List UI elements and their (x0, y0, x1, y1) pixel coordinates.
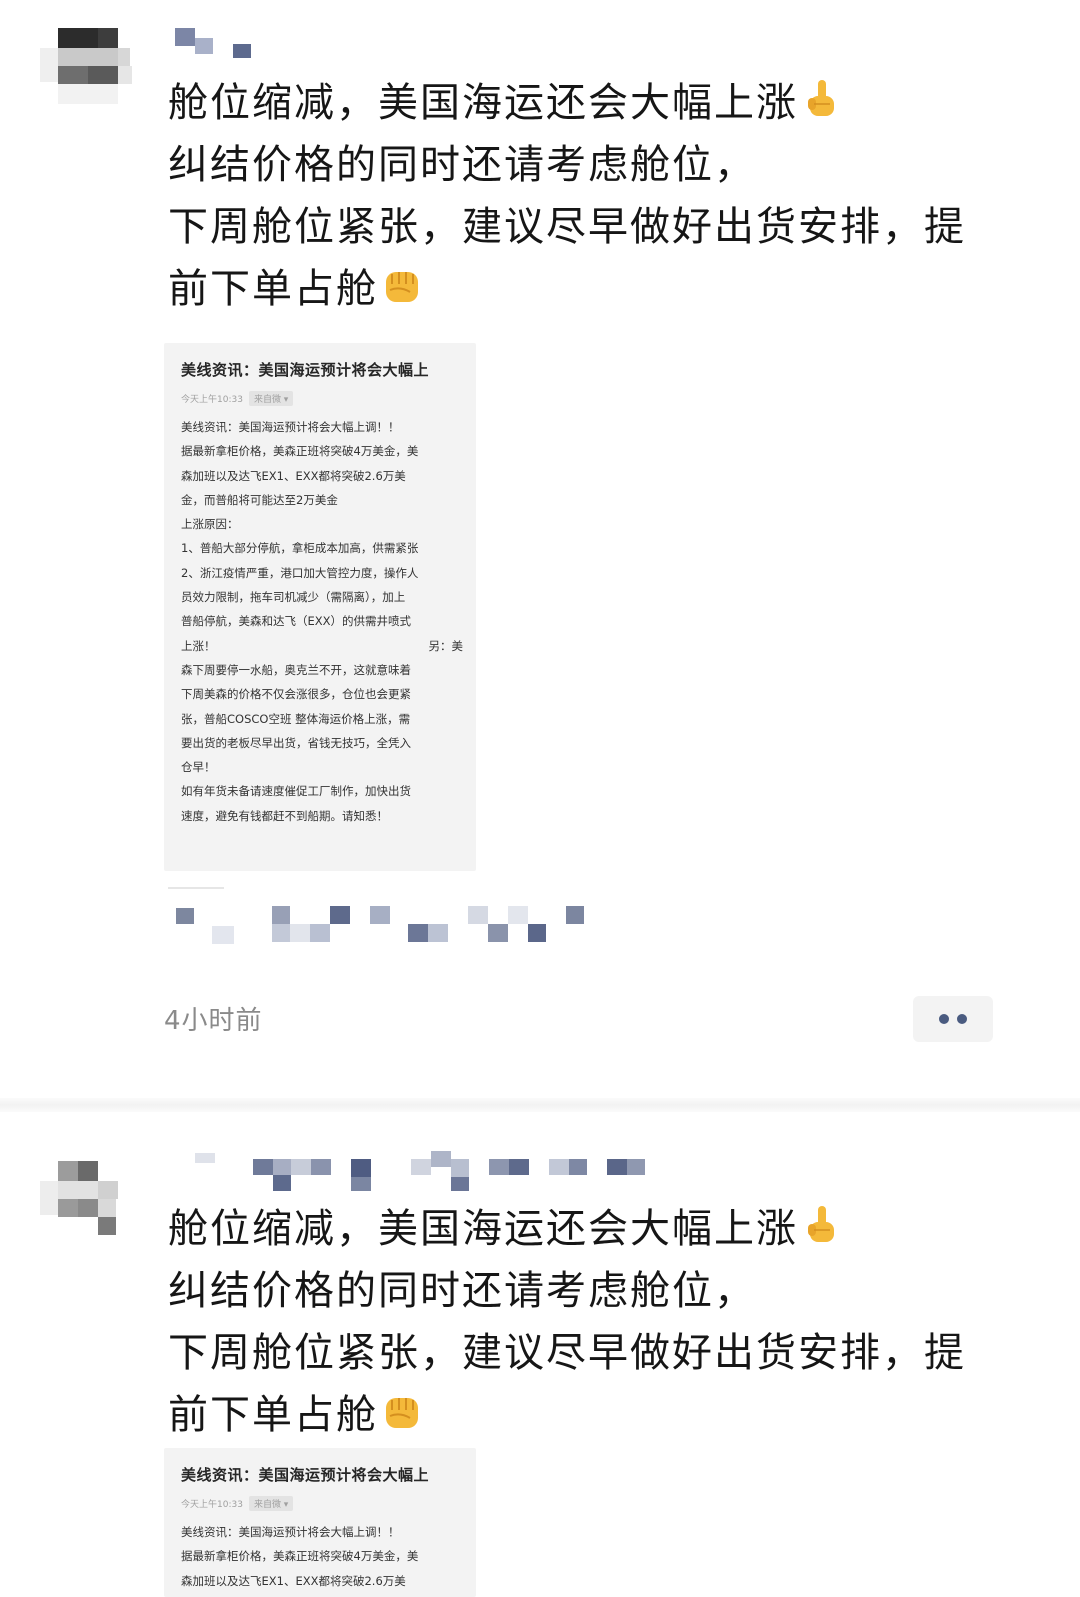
moment-post: 舱位缩减，美国海运还会大幅上涨 纠结价格的同时还请考虑舱位， 下周舱位紧张，建议… (0, 0, 1080, 1095)
moment-post: 舱位缩减，美国海运还会大幅上涨 纠结价格的同时还请考虑舱位， 下周舱位紧张，建议… (0, 1125, 1080, 1597)
article-time: 今天上午10:33 (181, 395, 243, 405)
article-body-line: 要出货的老板尽早出货，省钱无技巧，全凭入 (181, 735, 411, 750)
post-text-line-3: 下周舱位紧张，建议尽早做好出货安排，提 (168, 204, 966, 250)
nickname[interactable] (175, 1145, 665, 1191)
article-body-line: 据最新拿柜价格，美森正班将突破4万美金，美 (181, 444, 419, 459)
article-body-line-right: 另：美 (428, 638, 464, 653)
article-body-line: 2、浙江疫情严重，港口加大管控力度，操作人 (181, 565, 419, 580)
article-body-line: 森加班以及达飞EX1、EXX都将突破2.6万美 (181, 468, 406, 483)
article-body-line: 下周美森的价格不仅会涨很多，仓位也会更紧 (181, 687, 411, 702)
post-text-line-4: 前下单占舱 (168, 266, 378, 312)
post-text-line: 前下单占舱 (168, 258, 1028, 320)
post-text-line: 舱位缩减，美国海运还会大幅上涨 (168, 1198, 1028, 1260)
post-divider (0, 1098, 1080, 1112)
post-text: 舱位缩减，美国海运还会大幅上涨 纠结价格的同时还请考虑舱位， 下周舱位紧张，建议… (168, 72, 1028, 320)
article-body-line: 普船停航，美森和达飞（EXX）的供需井喷式 (181, 614, 412, 629)
post-text-line-2: 纠结价格的同时还请考虑舱位， (168, 142, 756, 188)
raised-fist-icon (386, 1398, 418, 1428)
post-text-line: 前下单占舱 (168, 1384, 1028, 1446)
article-body-line: 森加班以及达飞EX1、EXX都将突破2.6万美 (181, 1573, 406, 1588)
article-source: 来自微 ▾ (248, 391, 294, 406)
more-button[interactable] (913, 996, 993, 1042)
article-body-line: 据最新拿柜价格，美森正班将突破4万美金，美 (181, 1549, 419, 1564)
article-body-line: 美线资讯：美国海运预计将会大幅上调！！ (181, 1525, 400, 1539)
article-body-line: 如有年货未备请速度催促工厂制作，加快出货 (181, 784, 411, 799)
avatar[interactable] (40, 22, 140, 112)
post-timestamp: 4小时前 (164, 1006, 263, 1036)
post-text: 舱位缩减，美国海运还会大幅上涨 纠结价格的同时还请考虑舱位， 下周舱位紧张，建议… (168, 1198, 1028, 1446)
pointing-up-hand-icon (808, 80, 834, 116)
article-body: 美线资讯：美国海运预计将会大幅上调！！ 据最新拿柜价格，美森正班将突破4万美金，… (181, 415, 463, 828)
pixelated-link[interactable] (170, 900, 600, 950)
post-text-line-2: 纠结价格的同时还请考虑舱位， (168, 1268, 756, 1314)
article-time: 今天上午10:33 (181, 1500, 243, 1510)
post-text-line: 舱位缩减，美国海运还会大幅上涨 (168, 72, 1028, 134)
article-body-line: 美线资讯：美国海运预计将会大幅上调！！ (181, 420, 400, 434)
article-body-line-left: 上涨！ (181, 638, 216, 653)
article-body-line: 森下周要停一水船，奥克兰不开，这就意味着 (181, 662, 411, 677)
article-card[interactable]: 美线资讯：美国海运预计将会大幅上 今天上午10:33 来自微 ▾ 美线资讯：美国海… (164, 343, 476, 871)
article-title: 美线资讯：美国海运预计将会大幅上 (181, 1466, 430, 1484)
article-source: 来自微 ▾ (248, 1496, 294, 1511)
divider (168, 887, 224, 889)
article-body-line: 1、普船大部分停航，拿柜成本加高，供需紧张 (181, 541, 419, 556)
article-body-line: 员效力限制，拖车司机减少（需隔离），加上 (181, 590, 406, 605)
nickname[interactable] (175, 26, 265, 62)
article-body-line: 张，普船COSCO空班 整体海运价格上涨，需 (181, 711, 411, 726)
article-body-line: 上涨！ 另：美 (181, 634, 463, 658)
post-text-line-3: 下周舱位紧张，建议尽早做好出货安排，提 (168, 1330, 966, 1376)
article-meta: 今天上午10:33 来自微 ▾ (181, 1496, 294, 1511)
pointing-up-hand-icon (808, 1206, 834, 1242)
post-text-line-4: 前下单占舱 (168, 1392, 378, 1438)
article-body-line: 仓早！ (181, 760, 216, 775)
raised-fist-icon (386, 272, 418, 302)
article-body-line: 速度，避免有钱都赶不到船期。请知悉！ (181, 808, 388, 823)
article-body: 美线资讯：美国海运预计将会大幅上调！！ 据最新拿柜价格，美森正班将突破4万美金，… (181, 1520, 463, 1593)
post-text-line-1: 舱位缩减，美国海运还会大幅上涨 (168, 80, 798, 126)
post-text-line-1: 舱位缩减，美国海运还会大幅上涨 (168, 1206, 798, 1252)
article-body-line: 金，而普船将可能达至2万美金 (181, 492, 338, 507)
more-dot-icon (957, 1014, 967, 1024)
article-meta: 今天上午10:33 来自微 ▾ (181, 391, 294, 406)
article-body-line: 上涨原因： (181, 517, 239, 532)
article-title: 美线资讯：美国海运预计将会大幅上 (181, 361, 430, 379)
avatar[interactable] (40, 1155, 140, 1245)
article-card[interactable]: 美线资讯：美国海运预计将会大幅上 今天上午10:33 来自微 ▾ 美线资讯：美国海… (164, 1448, 476, 1597)
more-dot-icon (939, 1014, 949, 1024)
